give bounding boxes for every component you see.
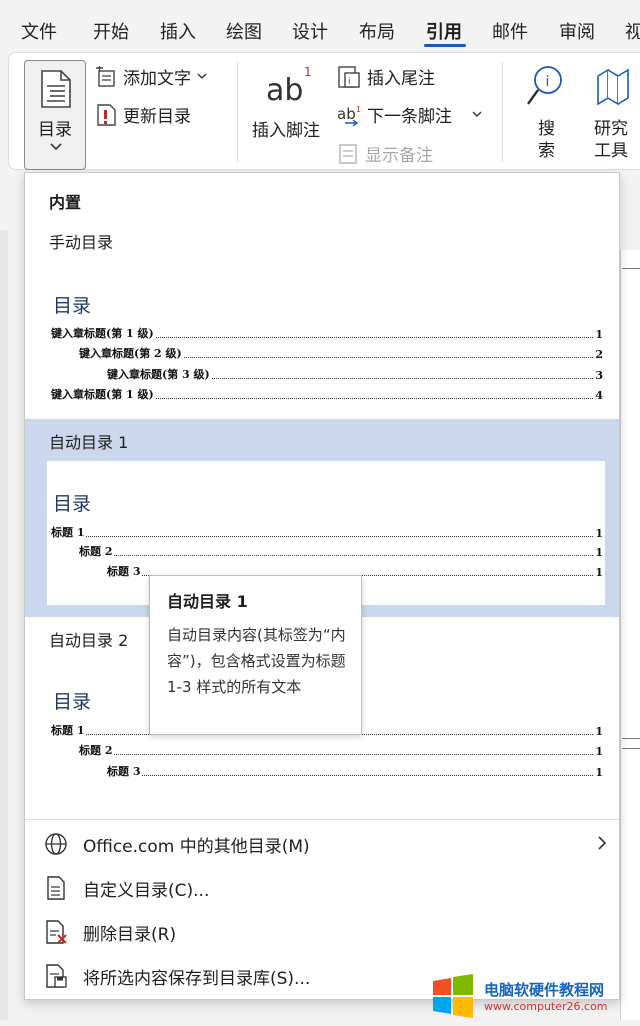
toc-preview-line: 键入章标题(第 2 级) 2 [79, 347, 603, 361]
tab-review[interactable]: 审阅 [559, 18, 595, 44]
more-tocs-office-label: Office.com 中的其他目录(M) [83, 836, 310, 857]
tab-file[interactable]: 文件 [21, 18, 57, 44]
chevron-right-icon [597, 834, 607, 855]
auto-toc-2-label: 自动目录 2 [49, 631, 129, 650]
toc-preview-line: 标题 11 [51, 526, 603, 540]
insert-endnote-icon: i [338, 65, 360, 88]
tab-view[interactable]: 视 [625, 18, 640, 44]
svg-text:i: i [348, 77, 351, 87]
save-to-gallery-label: 将所选内容保存到目录库(S)... [83, 968, 311, 989]
auto-toc-1-label: 自动目录 1 [49, 433, 129, 452]
toc-document-icon [41, 70, 71, 108]
custom-toc-item[interactable]: 自定义目录(C)... [25, 868, 619, 908]
insert-footnote-button[interactable]: ab 1 插入脚注 [250, 60, 328, 150]
tab-draw[interactable]: 绘图 [226, 18, 262, 44]
save-document-icon [43, 963, 69, 989]
insert-footnote-label: 插入脚注 [252, 121, 320, 141]
tab-layout[interactable]: 布局 [359, 18, 395, 44]
tab-mailings[interactable]: 邮件 [492, 18, 528, 44]
builtin-section-header: 内置 [49, 193, 82, 212]
globe-icon [43, 831, 69, 857]
add-text-icon [96, 65, 115, 87]
search-button[interactable]: i 搜 索 [518, 62, 574, 161]
toc-preview-line: 键入章标题(第 1 级) 4 [51, 388, 603, 402]
search-label-2: 索 [538, 141, 555, 161]
research-label-2: 工具 [594, 141, 628, 161]
insert-endnote-button[interactable]: i 插入尾注 [337, 64, 435, 89]
document-page [620, 250, 640, 1020]
insert-endnote-label: 插入尾注 [367, 69, 435, 89]
add-text-button[interactable]: 添加文字 [95, 64, 207, 89]
document-rule-line [622, 748, 640, 749]
ribbon-separator [237, 62, 238, 162]
manual-toc-gallery-item[interactable]: 手动目录 目录 键入章标题(第 1 级) 1 键入章标题(第 2 级) 2 键入章标… [25, 217, 619, 411]
tooltip-body: 自动目录内容(其标签为“内容”)，包含格式设置为标题 1-3 样式的所有文本 [167, 626, 346, 696]
next-footnote-button[interactable]: ab 1 下一条脚注 [337, 102, 482, 127]
svg-text:ab: ab [266, 73, 303, 108]
watermark-url: www.computer26.com [484, 1000, 608, 1013]
research-tools-button[interactable]: 研究 工具 [588, 62, 640, 161]
footnote-ab-icon: ab 1 [266, 65, 312, 108]
document-margin [0, 230, 8, 1020]
document-rule-line [622, 268, 640, 269]
manual-toc-preview-title: 目录 [53, 295, 92, 317]
document-rule-line [622, 738, 640, 739]
custom-toc-label: 自定义目录(C)... [83, 880, 210, 901]
tooltip: 自动目录 1 自动目录内容(其标签为“内容”)，包含格式设置为标题 1-3 样式… [149, 575, 362, 735]
chevron-down-icon [50, 143, 62, 151]
books-icon [597, 68, 629, 106]
svg-text:1: 1 [356, 105, 361, 114]
show-notes-label: 显示备注 [365, 146, 433, 166]
tooltip-title: 自动目录 1 [167, 592, 248, 611]
toc-preview-line: 键入章标题(第 1 级) 1 [51, 327, 603, 341]
toc-button[interactable]: 目录 [24, 60, 86, 170]
auto-toc-2-preview-title: 目录 [53, 691, 92, 713]
tab-insert[interactable]: 插入 [160, 18, 196, 44]
remove-document-icon [43, 919, 69, 945]
show-notes-button[interactable]: 显示备注 [337, 141, 433, 166]
active-tab-indicator [424, 44, 466, 47]
next-footnote-icon: ab 1 [337, 105, 361, 127]
update-toc-label: 更新目录 [123, 107, 191, 127]
search-icon: i [527, 66, 562, 105]
toc-preview-line: 键入章标题(第 3 级) 3 [107, 368, 603, 382]
tab-design[interactable]: 设计 [292, 18, 328, 44]
manual-toc-label: 手动目录 [49, 233, 114, 252]
toc-preview-line: 标题 21 [79, 744, 603, 758]
tab-references[interactable]: 引用 [426, 18, 462, 44]
toc-preview-line: 标题 31 [107, 765, 603, 779]
remove-toc-item[interactable]: 删除目录(R) [25, 912, 619, 952]
toc-button-label: 目录 [38, 120, 72, 140]
svg-text:i: i [546, 74, 550, 90]
watermark-name: 电脑软硬件教程网 [484, 981, 605, 999]
chevron-down-icon [472, 111, 482, 117]
more-tocs-office-item[interactable]: Office.com 中的其他目录(M) [25, 824, 619, 864]
show-notes-icon [339, 143, 357, 164]
auto-toc-1-preview-title: 目录 [53, 493, 92, 515]
ribbon-separator [502, 62, 503, 162]
tab-home[interactable]: 开始 [93, 18, 129, 44]
chevron-down-icon [197, 73, 207, 79]
update-toc-button[interactable]: 更新目录 [95, 102, 191, 127]
windows-logo-icon [433, 974, 473, 1018]
ribbon-tab-bar: 文件 开始 插入 绘图 设计 布局 引用 邮件 审阅 视 [0, 0, 640, 56]
document-icon [43, 875, 69, 901]
next-footnote-label: 下一条脚注 [367, 107, 452, 127]
svg-text:1: 1 [304, 65, 312, 79]
menu-divider [25, 819, 619, 820]
add-text-label: 添加文字 [123, 69, 191, 89]
toc-preview-line: 标题 21 [79, 545, 603, 559]
remove-toc-label: 删除目录(R) [83, 924, 177, 945]
update-toc-icon [97, 103, 116, 126]
site-watermark: 电脑软硬件教程网 www.computer26.com [430, 970, 640, 1022]
